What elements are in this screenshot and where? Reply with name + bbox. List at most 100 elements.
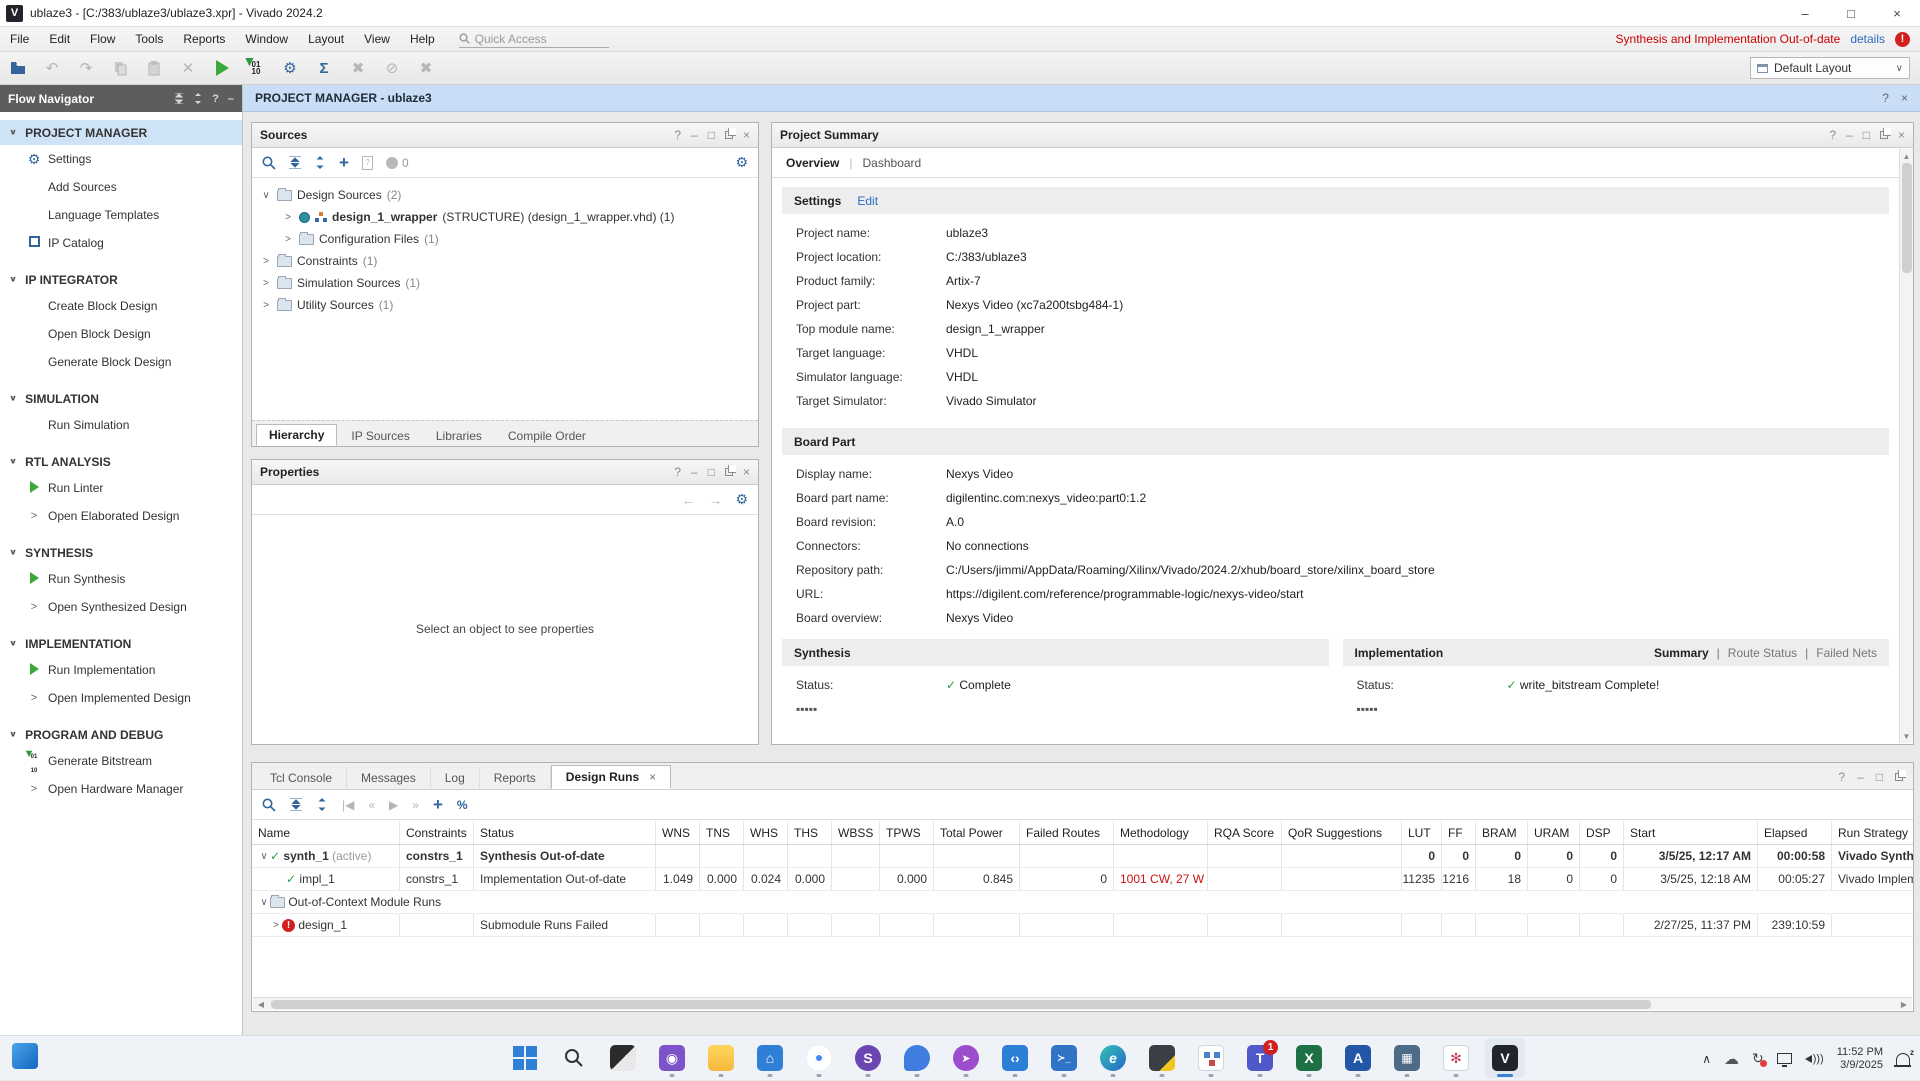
- run-play-icon[interactable]: ▶: [389, 798, 398, 812]
- section-implementation[interactable]: ∨ IMPLEMENTATION: [0, 631, 242, 656]
- tray-chevron-up-icon[interactable]: ∧: [1702, 1052, 1711, 1066]
- minimize-panel-icon[interactable]: –: [228, 93, 234, 105]
- section-program-and-debug[interactable]: ∨ PROGRAM AND DEBUG: [0, 722, 242, 747]
- section-synthesis[interactable]: ∨ SYNTHESIS: [0, 540, 242, 565]
- chevron-right-icon[interactable]: >: [270, 920, 282, 931]
- nav-item-run-implementation[interactable]: Run Implementation: [0, 656, 242, 684]
- col-total-power[interactable]: Total Power: [934, 821, 1020, 844]
- menu-help[interactable]: Help: [400, 27, 445, 51]
- add-sources-icon[interactable]: +: [339, 153, 349, 173]
- taskbar-chrome-button[interactable]: [799, 1038, 839, 1078]
- float-icon[interactable]: [724, 465, 736, 476]
- settings-gear-icon[interactable]: ⚙: [280, 58, 300, 78]
- col-qor-suggestions[interactable]: QoR Suggestions: [1282, 821, 1402, 844]
- col-whs[interactable]: WHS: [744, 821, 788, 844]
- close-icon[interactable]: ×: [743, 465, 750, 479]
- collapse-all-icon[interactable]: [290, 798, 302, 811]
- tray-clock[interactable]: 11:52 PM 3/9/2025: [1837, 1046, 1883, 1072]
- chevron-down-icon[interactable]: ∨: [260, 190, 272, 201]
- project-summary-header[interactable]: Project Summary ? – □ ×: [772, 123, 1913, 148]
- col-lut[interactable]: LUT: [1402, 821, 1442, 844]
- col-start[interactable]: Start: [1624, 821, 1758, 844]
- nav-item-add-sources[interactable]: Add Sources: [0, 173, 242, 201]
- tab-overview[interactable]: Overview: [786, 156, 839, 170]
- section-rtl-analysis[interactable]: ∨ RTL ANALYSIS: [0, 449, 242, 474]
- sources-settings-gear-icon[interactable]: ⚙: [735, 154, 748, 171]
- col-failed-routes[interactable]: Failed Routes: [1020, 821, 1114, 844]
- taskbar-teams-button[interactable]: T 1: [1240, 1038, 1280, 1078]
- help-icon[interactable]: ?: [1838, 770, 1845, 784]
- taskbar-diagram-app-button[interactable]: [1191, 1038, 1231, 1078]
- menu-tools[interactable]: Tools: [125, 27, 173, 51]
- expand-all-icon[interactable]: [316, 798, 328, 811]
- menu-file[interactable]: File: [0, 27, 39, 51]
- scrollbar-thumb[interactable]: [1901, 163, 1912, 273]
- help-icon[interactable]: ?: [1829, 128, 1836, 142]
- notification-bell-icon[interactable]: z: [1894, 1048, 1914, 1067]
- project-part-link[interactable]: Nexys Video (xc7a200tsbg484-1): [946, 298, 1123, 312]
- close-tab-icon[interactable]: ×: [649, 770, 656, 784]
- percent-icon[interactable]: %: [457, 798, 468, 812]
- help-doc-icon[interactable]: ?: [361, 155, 373, 170]
- float-icon[interactable]: [1895, 770, 1906, 781]
- nav-item-generate-block-design[interactable]: Generate Block Design: [0, 348, 242, 376]
- taskbar-widgets-button[interactable]: [12, 1043, 38, 1069]
- help-icon[interactable]: ?: [674, 128, 681, 142]
- delete-icon[interactable]: ✕: [178, 58, 198, 78]
- stop-icon[interactable]: ✖: [348, 58, 368, 78]
- chevron-right-icon[interactable]: >: [260, 300, 272, 311]
- nav-item-create-block-design[interactable]: Create Block Design: [0, 292, 242, 320]
- taskbar-amd-app-button[interactable]: A: [1338, 1038, 1378, 1078]
- minimize-icon[interactable]: –: [1846, 128, 1853, 142]
- tree-item-simulation-sources[interactable]: > Simulation Sources (1): [252, 272, 758, 294]
- board-url-link[interactable]: https://digilent.com/reference/programma…: [946, 587, 1304, 601]
- col-tpws[interactable]: TPWS: [880, 821, 934, 844]
- error-badge-icon[interactable]: !: [1895, 31, 1910, 47]
- run-button-icon[interactable]: [212, 58, 232, 78]
- tree-item-design-sources[interactable]: ∨ Design Sources (2): [252, 184, 758, 206]
- tab-hierarchy[interactable]: Hierarchy: [256, 424, 338, 446]
- close-icon[interactable]: ×: [1901, 91, 1908, 105]
- tree-item-configuration-files[interactable]: > Configuration Files (1): [252, 228, 758, 250]
- generate-bitstream-icon[interactable]: 01 10 ▼: [243, 54, 266, 78]
- tab-tcl-console[interactable]: Tcl Console: [256, 767, 348, 789]
- col-tns[interactable]: TNS: [700, 821, 744, 844]
- sources-header[interactable]: Sources ? – □ ×: [252, 123, 758, 148]
- menu-window[interactable]: Window: [235, 27, 298, 51]
- chevron-right-icon[interactable]: >: [282, 234, 294, 245]
- menu-edit[interactable]: Edit: [39, 27, 80, 51]
- section-project-manager[interactable]: ∨ PROJECT MANAGER: [0, 120, 242, 145]
- tab-failed-nets[interactable]: Failed Nets: [1816, 646, 1877, 660]
- onedrive-cloud-icon[interactable]: ☁: [1724, 1050, 1739, 1068]
- table-row-ooc-module-runs[interactable]: ∨ Out-of-Context Module Runs: [252, 891, 1913, 914]
- section-simulation[interactable]: ∨ SIMULATION: [0, 386, 242, 411]
- nav-item-open-block-design[interactable]: Open Block Design: [0, 320, 242, 348]
- tab-dashboard[interactable]: Dashboard: [863, 156, 922, 170]
- taskbar-skype-button[interactable]: S: [848, 1038, 888, 1078]
- help-icon[interactable]: ?: [1882, 91, 1889, 105]
- nav-item-run-simulation[interactable]: Run Simulation: [0, 411, 242, 439]
- taskbar-search-button[interactable]: [554, 1038, 594, 1078]
- taskbar-vscode-button[interactable]: ‹›: [995, 1038, 1035, 1078]
- target-simulator-link[interactable]: Vivado Simulator: [946, 394, 1037, 408]
- minimize-icon[interactable]: –: [691, 465, 698, 479]
- horizontal-scrollbar[interactable]: ◀ ▶: [253, 997, 1912, 1010]
- kill-icon[interactable]: ✖: [416, 58, 436, 78]
- tab-log[interactable]: Log: [431, 767, 480, 789]
- nav-item-open-elaborated-design[interactable]: > Open Elaborated Design: [0, 502, 242, 530]
- scrollbar-thumb[interactable]: [271, 999, 1651, 1009]
- redo-icon[interactable]: ↷: [76, 58, 96, 78]
- search-icon[interactable]: [262, 798, 276, 812]
- chevron-right-icon[interactable]: >: [260, 278, 272, 289]
- tab-summary[interactable]: Summary: [1654, 646, 1709, 660]
- nav-item-language-templates[interactable]: Language Templates: [0, 201, 242, 229]
- summary-vertical-scrollbar[interactable]: ▲ ▼: [1899, 149, 1913, 743]
- taskbar-dictation-button[interactable]: [897, 1038, 937, 1078]
- taskbar-edge-button[interactable]: e: [1093, 1038, 1133, 1078]
- col-status[interactable]: Status: [474, 821, 656, 844]
- minimize-button[interactable]: –: [1782, 0, 1828, 26]
- menu-flow[interactable]: Flow: [80, 27, 125, 51]
- taskbar-vivado-button[interactable]: V: [1485, 1038, 1525, 1078]
- maximize-icon[interactable]: □: [1876, 770, 1883, 784]
- forward-arrow-icon[interactable]: →: [708, 492, 722, 508]
